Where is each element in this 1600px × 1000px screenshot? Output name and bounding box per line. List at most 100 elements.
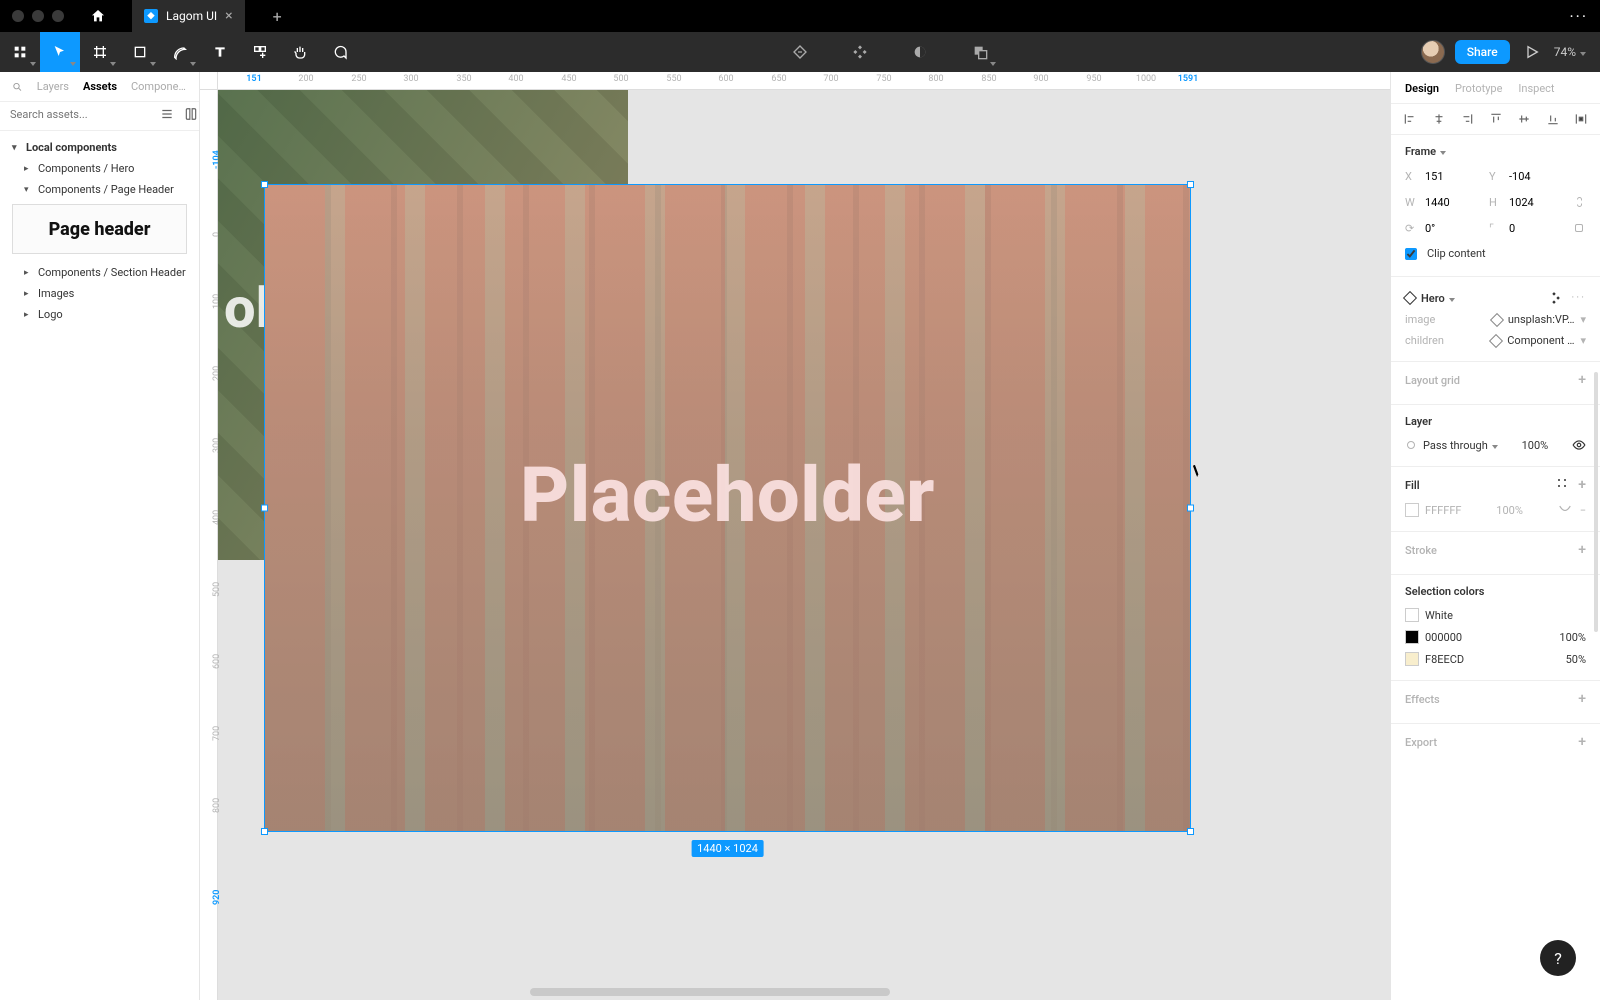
align-bottom-icon[interactable] [1546, 112, 1560, 126]
resources-button[interactable] [240, 32, 280, 72]
traffic-min[interactable] [32, 10, 44, 22]
canvas-area[interactable]: 1512002503003504004505005506006507007508… [200, 72, 1390, 1000]
align-hcenter-icon[interactable] [1432, 112, 1446, 126]
traffic-close[interactable] [12, 10, 24, 22]
align-left-icon[interactable] [1403, 112, 1417, 126]
components-tab[interactable]: Components [131, 80, 187, 93]
blend-mode-select[interactable]: Pass through [1423, 439, 1498, 452]
frame-x-input[interactable] [1425, 170, 1479, 183]
comment-tool-button[interactable] [320, 32, 360, 72]
reset-instance-icon[interactable] [780, 32, 820, 72]
canvas-scrollbar-horizontal[interactable] [530, 988, 890, 996]
prop-children-value[interactable]: Component … ▾ [1491, 334, 1586, 347]
frame-h-input[interactable] [1509, 196, 1563, 209]
resize-handle-tr[interactable] [1187, 181, 1194, 188]
ruler-tick: 850 [981, 74, 996, 84]
ruler-tick: 151 [246, 74, 261, 84]
document-tab[interactable]: ◆ Lagom UI × [132, 0, 245, 32]
list-view-icon[interactable] [160, 106, 174, 122]
align-top-icon[interactable] [1489, 112, 1503, 126]
resize-handle-tl[interactable] [261, 181, 268, 188]
panel-scrollbar[interactable] [1594, 372, 1598, 632]
assets-tab[interactable]: Assets [83, 80, 117, 93]
layers-tab[interactable]: Layers [37, 80, 69, 93]
component-icon[interactable] [840, 32, 880, 72]
design-tab[interactable]: Design [1405, 82, 1439, 95]
new-tab-button[interactable]: + [261, 7, 294, 26]
ruler-tick: 1591 [1178, 74, 1199, 84]
ruler-tick: 600 [718, 74, 733, 84]
prop-image-value[interactable]: unsplash:VP… ▾ [1492, 313, 1586, 326]
add-stroke-button[interactable]: + [1578, 542, 1586, 558]
fill-hex[interactable]: FFFFFF [1425, 504, 1461, 517]
prototype-tab[interactable]: Prototype [1455, 82, 1502, 95]
add-fill-button[interactable]: + [1578, 477, 1586, 493]
selection-dimensions-badge: 1440 × 1024 [691, 840, 764, 857]
add-export-button[interactable]: + [1578, 734, 1586, 750]
present-button[interactable] [1520, 32, 1544, 72]
prop-children-label: children [1405, 334, 1444, 347]
resize-handle-mr[interactable] [1187, 505, 1194, 512]
zoom-level[interactable]: 74% [1554, 45, 1586, 59]
overflow-menu-icon[interactable]: ··· [1569, 7, 1588, 26]
remove-fill-button[interactable]: − [1580, 504, 1586, 517]
add-layout-grid-button[interactable]: + [1578, 372, 1586, 388]
hand-tool-button[interactable] [280, 32, 320, 72]
selcolor-swatch-black[interactable] [1405, 630, 1419, 644]
frame-tool-button[interactable] [80, 32, 120, 72]
user-avatar[interactable] [1421, 40, 1445, 64]
tree-logo[interactable]: ▸Logo [0, 304, 199, 325]
share-button[interactable]: Share [1455, 40, 1510, 64]
visibility-icon[interactable] [1572, 438, 1586, 452]
boolean-ops-button[interactable] [960, 32, 1000, 72]
traffic-max[interactable] [52, 10, 64, 22]
frame-rotation-input[interactable] [1425, 222, 1479, 235]
constrain-proportions-icon[interactable] [1573, 195, 1585, 209]
distribute-icon[interactable] [1574, 112, 1588, 126]
search-icon[interactable] [12, 81, 23, 93]
tree-hero[interactable]: ▸Components / Hero [0, 158, 199, 179]
tree-local-components[interactable]: ▾Local components [0, 137, 199, 158]
instance-more-icon[interactable]: ··· [1571, 291, 1586, 305]
style-icon[interactable] [1556, 477, 1568, 489]
text-tool-button[interactable] [200, 32, 240, 72]
instance-name[interactable]: Hero [1421, 292, 1455, 305]
hidden-icon[interactable] [1558, 504, 1572, 514]
main-menu-button[interactable] [0, 32, 40, 72]
tree-section-header[interactable]: ▸Components / Section Header [0, 262, 199, 283]
layer-opacity[interactable]: 100% [1522, 439, 1549, 452]
frame-y-input[interactable] [1509, 170, 1563, 183]
shape-tool-button[interactable] [120, 32, 160, 72]
window-controls[interactable] [12, 10, 64, 22]
resize-handle-ml[interactable] [261, 505, 268, 512]
right-panel: Design Prototype Inspect Frame X Y W H [1390, 72, 1600, 1000]
clip-content-checkbox[interactable] [1405, 248, 1417, 260]
library-icon[interactable] [184, 106, 198, 122]
resize-handle-br[interactable] [1187, 828, 1194, 835]
inspect-tab[interactable]: Inspect [1518, 82, 1554, 95]
fill-swatch[interactable] [1405, 503, 1419, 517]
resize-handle-bl[interactable] [261, 828, 268, 835]
selcolor-swatch-cream[interactable] [1405, 652, 1419, 666]
instance-swap-icon[interactable] [1547, 291, 1561, 305]
independent-corners-icon[interactable] [1573, 221, 1585, 235]
pen-tool-button[interactable] [160, 32, 200, 72]
home-button[interactable] [80, 8, 116, 24]
close-tab-icon[interactable]: × [225, 8, 232, 24]
move-tool-button[interactable] [40, 32, 80, 72]
tree-images[interactable]: ▸Images [0, 283, 199, 304]
tree-page-header[interactable]: ▾Components / Page Header [0, 179, 199, 200]
selcolor-swatch-white[interactable] [1405, 608, 1419, 622]
frame-section-title[interactable]: Frame [1405, 145, 1446, 158]
align-vcenter-icon[interactable] [1517, 112, 1531, 126]
help-button[interactable]: ? [1540, 940, 1576, 976]
frame-w-input[interactable] [1425, 196, 1479, 209]
asset-search-input[interactable] [10, 108, 150, 121]
component-preview-page-header[interactable]: Page header [12, 204, 187, 254]
add-effect-button[interactable]: + [1578, 691, 1586, 707]
selected-frame[interactable]: Placeholder 1440 × 1024 [265, 185, 1190, 831]
fill-opacity[interactable]: 100% [1496, 504, 1523, 517]
frame-radius-input[interactable] [1509, 222, 1563, 235]
mask-icon[interactable] [900, 32, 940, 72]
align-right-icon[interactable] [1460, 112, 1474, 126]
